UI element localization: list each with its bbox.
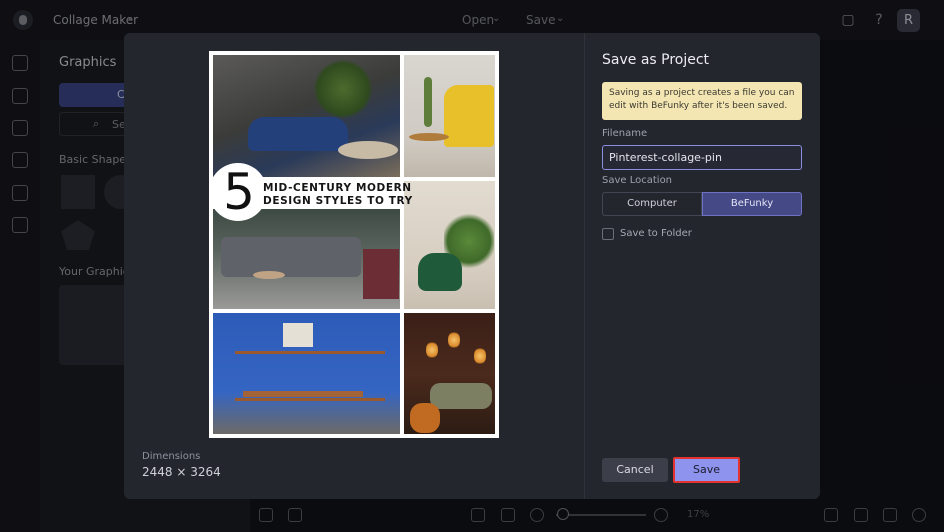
photo-living-room xyxy=(213,55,400,177)
dialog-title: Save as Project xyxy=(602,52,710,68)
location-computer-option[interactable]: Computer xyxy=(602,192,702,216)
photo-blue-office xyxy=(213,313,400,434)
dialog-divider xyxy=(584,33,585,499)
save-to-folder-label[interactable]: Save to Folder xyxy=(620,228,692,239)
photo-pendant-lights xyxy=(404,313,495,434)
info-notice: Saving as a project creates a file you c… xyxy=(602,82,802,120)
location-befunky-option[interactable]: BeFunky xyxy=(702,192,802,216)
photo-yellow-chair xyxy=(404,55,495,177)
photo-grey-sofa xyxy=(213,209,400,309)
collage-number: 5 xyxy=(223,163,255,221)
collage-title-line2: DESIGN STYLES TO TRY xyxy=(263,195,413,207)
collage-preview: 5 MID-CENTURY MODERN DESIGN STYLES TO TR… xyxy=(209,51,499,438)
filename-label: Filename xyxy=(602,128,648,139)
dimensions-value: 2448 × 3264 xyxy=(142,465,221,479)
dimensions-label: Dimensions xyxy=(142,451,201,462)
preview-area: 5 MID-CENTURY MODERN DESIGN STYLES TO TR… xyxy=(124,33,584,499)
save-location-label: Save Location xyxy=(602,175,673,186)
filename-input[interactable] xyxy=(602,145,802,170)
collage-title-line1: MID-CENTURY MODERN xyxy=(263,182,412,194)
save-to-folder-checkbox[interactable] xyxy=(602,228,614,240)
save-form: Save as Project Saving as a project crea… xyxy=(602,33,812,499)
photo-green-chair xyxy=(404,181,495,309)
save-button[interactable]: Save xyxy=(673,457,740,483)
save-project-dialog: 5 MID-CENTURY MODERN DESIGN STYLES TO TR… xyxy=(124,33,820,499)
cancel-button[interactable]: Cancel xyxy=(602,458,668,482)
